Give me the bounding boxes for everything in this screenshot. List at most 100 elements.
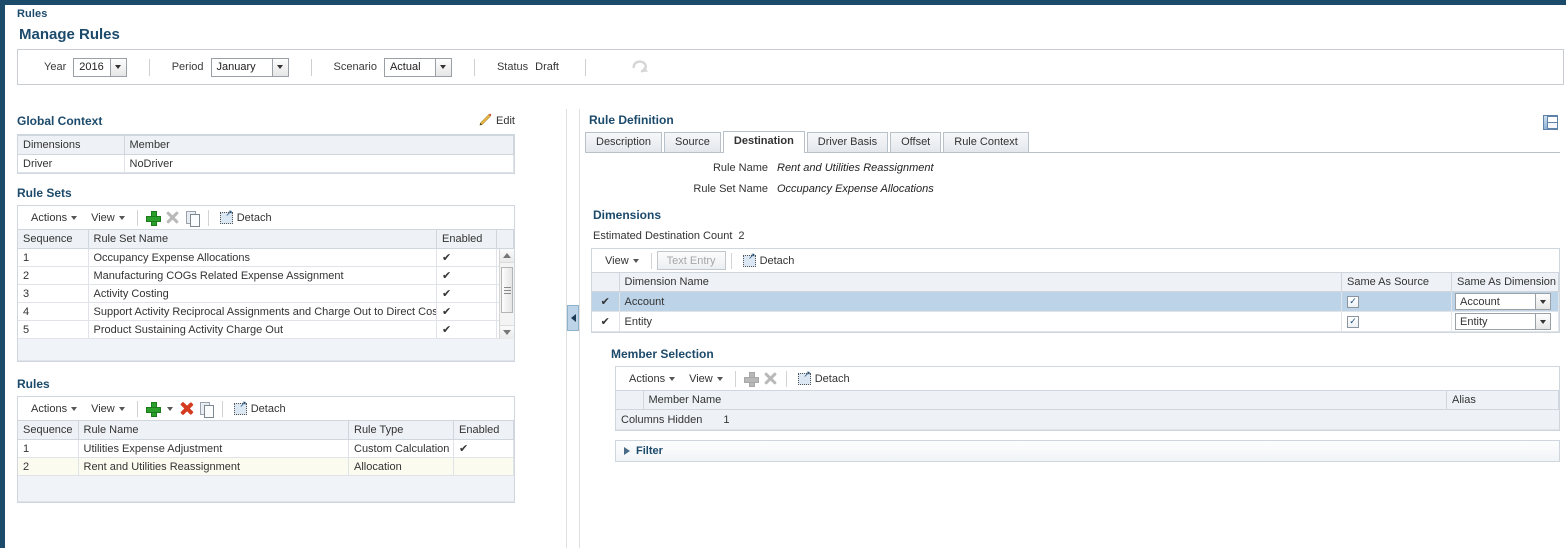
tab-source[interactable]: Source bbox=[664, 132, 721, 152]
rules-detach-button[interactable]: Detach bbox=[228, 399, 292, 419]
add-member-button[interactable] bbox=[741, 369, 761, 389]
period-group: Period January bbox=[172, 57, 289, 77]
page-title: Manage Rules bbox=[19, 26, 120, 43]
scroll-up-button[interactable] bbox=[500, 249, 514, 263]
cell-enabled: ✔ bbox=[436, 266, 497, 285]
divider bbox=[473, 58, 475, 76]
cell-same-as-dimension[interactable]: Entity bbox=[1451, 311, 1559, 332]
left-pane: Global Context Edit Dimensions Member Dr… bbox=[10, 109, 566, 548]
tab-description[interactable]: Description bbox=[585, 132, 663, 152]
refresh-icon[interactable] bbox=[632, 59, 648, 76]
column-header-check bbox=[616, 390, 644, 410]
text-entry-button[interactable]: Text Entry bbox=[656, 251, 726, 270]
table-row[interactable]: 1 Utilities Expense Adjustment Custom Ca… bbox=[18, 439, 514, 458]
rules-view-menu[interactable]: View bbox=[84, 399, 132, 419]
scrollbar-thumb[interactable] bbox=[501, 267, 513, 313]
member-selection-detach-button[interactable]: Detach bbox=[792, 369, 856, 389]
add-rule-set-button[interactable] bbox=[143, 208, 163, 228]
delete-x-red-icon bbox=[180, 402, 193, 415]
context-bar: Year 2016 Period January Scenario Actual… bbox=[17, 49, 1564, 85]
tab-destination[interactable]: Destination bbox=[722, 131, 805, 153]
same-as-source-checkbox[interactable]: ✓ bbox=[1347, 295, 1359, 308]
table-row[interactable]: 3 Activity Costing ✔ bbox=[18, 284, 514, 303]
chevron-down-icon bbox=[71, 215, 78, 220]
scenario-select[interactable]: Actual bbox=[383, 57, 452, 77]
chevron-down-icon bbox=[118, 406, 125, 411]
rules-actions-menu[interactable]: Actions bbox=[24, 399, 84, 419]
status-value: Draft bbox=[535, 61, 559, 73]
tab-driver-basis[interactable]: Driver Basis bbox=[806, 132, 889, 152]
copy-rule-button[interactable] bbox=[197, 399, 217, 419]
cell-rule-set-name: Product Sustaining Activity Charge Out bbox=[88, 320, 437, 339]
rule-sets-detach-button[interactable]: Detach bbox=[214, 208, 278, 228]
member-selection-panel: Actions View Detach bbox=[615, 366, 1560, 431]
scenario-label: Scenario bbox=[333, 61, 377, 73]
same-as-dimension-select[interactable]: Entity bbox=[1455, 313, 1551, 330]
cell-enabled: ✔ bbox=[436, 302, 497, 321]
chevron-down-icon[interactable] bbox=[434, 58, 451, 76]
rule-name-label: Rule Name bbox=[712, 162, 768, 174]
delete-member-button[interactable] bbox=[761, 369, 781, 389]
rule-name-row: Rule Name Rent and Utilities Reassignmen… bbox=[585, 162, 1566, 174]
cell-enabled: ✔ bbox=[436, 320, 497, 339]
same-as-dimension-select[interactable]: Account bbox=[1455, 293, 1551, 310]
rule-sets-view-menu[interactable]: View bbox=[84, 208, 132, 228]
cell-row-check: ✔ bbox=[592, 311, 620, 332]
member-selection-actions-menu[interactable]: Actions bbox=[622, 369, 682, 389]
table-header-row: Dimensions Member bbox=[18, 135, 514, 155]
delete-rule-set-button[interactable] bbox=[163, 208, 183, 228]
chevron-down-icon bbox=[71, 406, 78, 411]
chevron-down-icon[interactable] bbox=[1535, 314, 1550, 329]
cell-rule-type: Allocation bbox=[348, 457, 454, 476]
cell-enabled: ✔ bbox=[436, 248, 497, 267]
cell-same-as-source[interactable]: ✓ bbox=[1341, 311, 1452, 332]
tab-offset[interactable]: Offset bbox=[890, 132, 942, 152]
chevron-down-icon[interactable] bbox=[1535, 294, 1550, 309]
add-rule-dropdown-button[interactable] bbox=[163, 399, 177, 419]
divider bbox=[136, 400, 138, 417]
pane-splitter[interactable] bbox=[566, 109, 580, 548]
table-row[interactable]: 1 Occupancy Expense Allocations ✔ bbox=[18, 248, 514, 267]
chevron-down-icon[interactable] bbox=[109, 58, 126, 76]
rule-sets-actions-menu[interactable]: Actions bbox=[24, 208, 84, 228]
view-label: View bbox=[91, 402, 115, 415]
delete-rule-button[interactable] bbox=[177, 399, 197, 419]
dimensions-detach-button[interactable]: Detach bbox=[737, 251, 801, 271]
year-select[interactable]: 2016 bbox=[73, 57, 127, 77]
rule-sets-toolbar: Actions View Detach bbox=[17, 205, 515, 229]
edit-button[interactable]: Edit bbox=[479, 113, 515, 129]
cell-same-as-dimension[interactable]: Account bbox=[1451, 291, 1559, 312]
same-as-source-checkbox[interactable]: ✓ bbox=[1347, 315, 1359, 328]
filter-section[interactable]: Filter bbox=[615, 440, 1560, 462]
divider bbox=[650, 252, 652, 269]
scroll-down-button[interactable] bbox=[500, 325, 514, 339]
cell-sequence: 5 bbox=[18, 320, 89, 339]
estimated-destination-count-label: Estimated Destination Count bbox=[593, 230, 733, 242]
period-select[interactable]: January bbox=[210, 57, 289, 77]
cell-same-as-source[interactable]: ✓ bbox=[1341, 291, 1452, 312]
table-row[interactable]: ✔ Entity ✓ Entity bbox=[592, 311, 1559, 332]
view-label: View bbox=[91, 211, 115, 224]
table-row[interactable]: 5 Product Sustaining Activity Charge Out… bbox=[18, 320, 514, 339]
table-row[interactable]: ✔ Account ✓ Account bbox=[592, 291, 1559, 312]
table-row[interactable]: 2 Manufacturing COGs Related Expense Ass… bbox=[18, 266, 514, 285]
save-icon[interactable] bbox=[1543, 115, 1558, 130]
add-rule-button[interactable] bbox=[143, 399, 163, 419]
copy-rule-set-button[interactable] bbox=[183, 208, 203, 228]
table-row[interactable]: 4 Support Activity Reciprocal Assignment… bbox=[18, 302, 514, 321]
member-selection-view-menu[interactable]: View bbox=[682, 369, 730, 389]
column-header-rule-set-name: Rule Set Name bbox=[88, 229, 437, 249]
cell-rule-type: Custom Calculation bbox=[348, 439, 454, 458]
tab-rule-context[interactable]: Rule Context bbox=[943, 132, 1029, 152]
rule-sets-scrollbar[interactable] bbox=[499, 249, 514, 339]
column-header-sequence: Sequence bbox=[18, 420, 79, 440]
collapse-left-pane-button[interactable] bbox=[567, 305, 579, 331]
table-row[interactable]: Driver NoDriver bbox=[18, 154, 514, 173]
same-as-dimension-value: Account bbox=[1460, 295, 1500, 308]
table-row[interactable]: 2 Rent and Utilities Reassignment Alloca… bbox=[18, 457, 514, 476]
actions-label: Actions bbox=[629, 372, 666, 385]
rule-sets-panel: Actions View Detach bbox=[17, 205, 515, 362]
dimensions-view-menu[interactable]: View bbox=[598, 251, 646, 271]
chevron-down-icon[interactable] bbox=[271, 58, 288, 76]
panes-container: Global Context Edit Dimensions Member Dr… bbox=[10, 109, 1566, 548]
